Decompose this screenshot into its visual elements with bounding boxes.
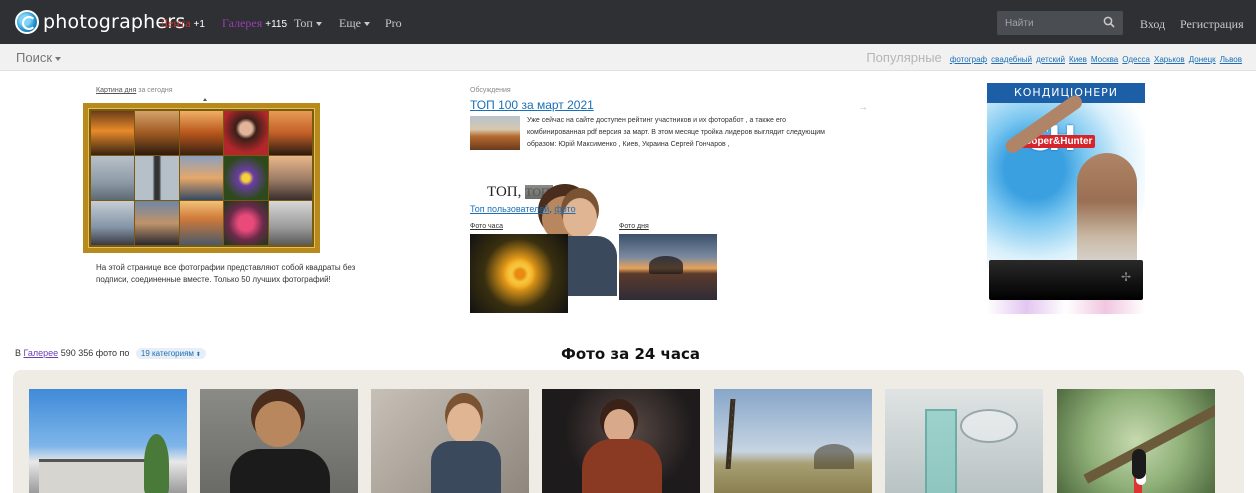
collage-tile [268, 156, 312, 200]
gallery-thumbnail[interactable] [29, 389, 187, 493]
gallery-thumbnail[interactable] [714, 389, 872, 493]
popular-tag[interactable]: свадебный [991, 55, 1032, 64]
discussion-title-link[interactable]: ТОП 100 за март 2021 [470, 98, 594, 112]
categories-dropdown[interactable]: 19 категориям ⬍ [135, 348, 206, 359]
chevron-down-icon [363, 22, 370, 27]
gallery-thumbnail[interactable] [542, 389, 700, 493]
photo-of-hour-link[interactable]: Фото часа [470, 223, 503, 230]
collage-tile [135, 156, 179, 200]
collage-tile [268, 111, 312, 155]
popular-tags: Популярные фотограф свадебный детский Ки… [866, 50, 1242, 65]
chevron-down-icon [55, 56, 62, 61]
search-input[interactable] [1005, 15, 1095, 31]
top-heading: ТОП, ТОП, топ... [487, 184, 577, 201]
search-box [997, 11, 1123, 35]
top-photo-link[interactable]: фото [554, 204, 575, 214]
popular-tag[interactable]: Одесса [1122, 55, 1150, 64]
discussion-excerpt: Уже сейчас на сайте доступен рейтинг уча… [527, 117, 825, 148]
ad-air-conditioner-image [989, 260, 1143, 300]
picture-of-day-link[interactable]: Картина дня [96, 87, 136, 94]
ad-footer-decoration [987, 300, 1145, 314]
gallery-link[interactable]: Галерее [24, 348, 59, 358]
top-heading-1: ТОП, [487, 184, 522, 200]
aperture-logo-icon [15, 10, 39, 34]
nav-item-gallery[interactable]: Галерея +115 [222, 16, 287, 31]
collage-tile [179, 111, 224, 155]
collage-tile [179, 201, 224, 245]
popular-tag[interactable]: Львов [1220, 55, 1242, 64]
nav-gallery-count: +115 [265, 19, 288, 30]
popular-tag[interactable]: Киев [1069, 55, 1087, 64]
picture-of-day-collage[interactable] [83, 103, 320, 253]
collage-tile [135, 201, 179, 245]
collage-tile [91, 156, 135, 200]
section-heading: Фото за 24 часа [561, 345, 700, 363]
collage-tile [268, 201, 312, 245]
search-icon[interactable] [1103, 16, 1115, 28]
advertisement-banner[interactable]: КОНДИЦІОНЕРИ CH Cooper&Hunter [987, 83, 1145, 314]
collage-tile [91, 111, 135, 155]
nav-gallery-label[interactable]: Галерея [222, 16, 262, 30]
login-link[interactable]: Вход [1140, 17, 1165, 32]
nav-feed-count: +1 [193, 19, 205, 30]
nav-top-label[interactable]: Топ [294, 16, 313, 30]
gallery-thumbnail[interactable] [200, 389, 358, 493]
popular-label: Популярные [866, 50, 942, 65]
ad-person-image [1077, 153, 1137, 273]
photo-of-hour-image[interactable] [470, 234, 568, 313]
sub-navbar: Поиск Популярные фотограф свадебный детс… [0, 44, 1256, 71]
collage-tile [91, 201, 135, 245]
updown-icon: ⬍ [195, 352, 201, 358]
collage-tile [224, 156, 268, 200]
top-links: Топ пользователей, фото [470, 204, 576, 214]
collage-tile [179, 156, 224, 200]
search-menu[interactable]: Поиск [16, 50, 62, 65]
picture-of-day-description: На этой странице все фотографии представ… [96, 263, 356, 284]
nav-item-pro[interactable]: Pro [385, 16, 402, 31]
gallery-count: 590 356 фото по [60, 348, 130, 358]
nav-pro-label[interactable]: Pro [385, 16, 402, 30]
top-heading-2: ТОП, [525, 185, 553, 199]
top-users-link[interactable]: Топ пользователей [470, 204, 549, 214]
nav-feed-label[interactable]: Лента [160, 16, 191, 30]
picture-of-day-label: Картина дня за сегодня [96, 87, 173, 94]
nav-item-top[interactable]: Топ [294, 16, 322, 31]
photo-of-day-image[interactable] [619, 234, 717, 300]
up-arrow-icon [203, 98, 207, 101]
nav-more-label[interactable]: Еще [339, 16, 361, 30]
nav-item-feed[interactable]: Лента +1 [160, 16, 205, 31]
gallery-prefix: В [15, 348, 22, 358]
photo-of-hour-label: Фото часа [470, 223, 503, 230]
search-menu-label[interactable]: Поиск [16, 50, 52, 65]
gallery-thumbnail[interactable] [1057, 389, 1215, 493]
top-navbar: photographers Лента +1 Галерея +115 Топ … [0, 0, 1256, 44]
popular-tag[interactable]: Москва [1091, 55, 1118, 64]
chevron-down-icon [315, 22, 322, 27]
popular-tag[interactable]: детский [1036, 55, 1065, 64]
categories-label: 19 категориям [140, 349, 194, 358]
collage-tile [224, 111, 268, 155]
photo-of-day-label: Фото дня [619, 223, 649, 230]
gallery-thumbnail[interactable] [371, 389, 529, 493]
gallery-thumbnail[interactable] [885, 389, 1043, 493]
gallery-info: В Галерее 590 356 фото по 19 категориям ⬍ [15, 348, 206, 359]
collage-tile [135, 111, 179, 155]
discussions-label: Обсуждения [470, 87, 511, 94]
nav-item-more[interactable]: Еще [339, 16, 370, 31]
popular-tag[interactable]: Донецк [1189, 55, 1216, 64]
discussion-thumbnail[interactable] [470, 116, 520, 150]
picture-of-day-suffix: за сегодня [138, 87, 173, 94]
collage-tile [224, 201, 268, 245]
photo-of-day-link[interactable]: Фото дня [619, 223, 649, 230]
register-link[interactable]: Регистрация [1180, 17, 1244, 32]
arrow-right-icon[interactable]: → [858, 102, 868, 113]
popular-tag[interactable]: Харьков [1154, 55, 1185, 64]
popular-tag[interactable]: фотограф [950, 55, 987, 64]
